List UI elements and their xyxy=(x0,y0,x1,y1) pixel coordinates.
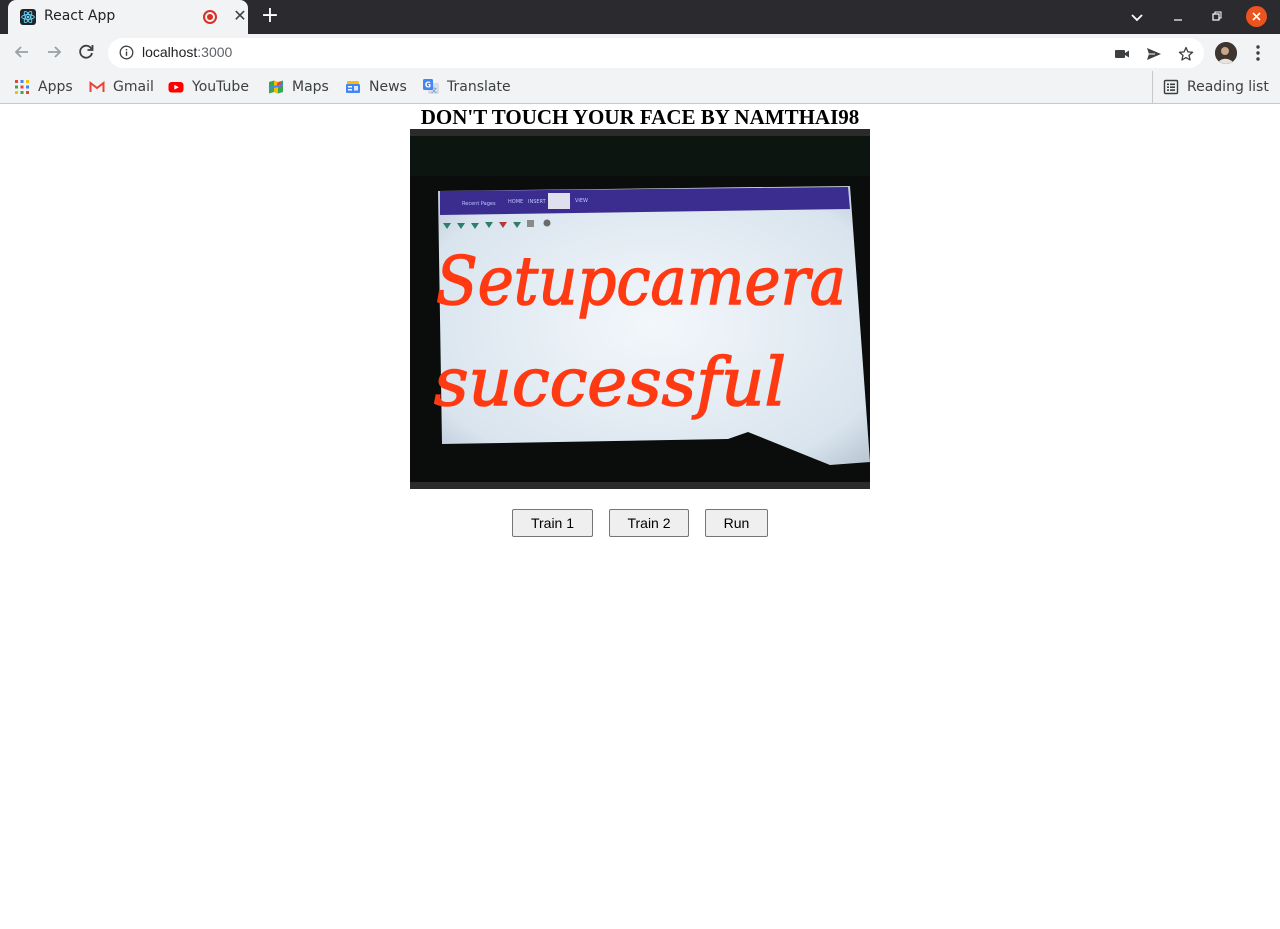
bookmark-label: Translate xyxy=(447,79,511,95)
bookmarks-bar: Apps Gmail YouTube Maps News G文 Translat… xyxy=(0,71,1280,104)
minimize-icon[interactable] xyxy=(1170,8,1186,26)
react-logo-icon xyxy=(20,9,36,25)
translate-icon: G文 xyxy=(423,79,439,95)
youtube-icon xyxy=(168,79,184,95)
tab-search-icon[interactable] xyxy=(1128,8,1146,26)
bookmark-gmail[interactable]: Gmail xyxy=(89,77,154,97)
svg-text:HOME: HOME xyxy=(508,199,523,205)
reading-list-button[interactable]: Reading list xyxy=(1163,77,1269,97)
recording-icon[interactable] xyxy=(203,10,217,24)
url-text: localhost:3000 xyxy=(142,44,233,60)
svg-text:文: 文 xyxy=(431,87,437,95)
bookmark-youtube[interactable]: YouTube xyxy=(168,77,249,97)
reading-list-label: Reading list xyxy=(1187,79,1269,95)
profile-avatar[interactable] xyxy=(1215,42,1237,64)
window-close-icon[interactable] xyxy=(1246,6,1267,27)
bookmark-label: News xyxy=(369,79,407,95)
tab-strip: React App ✕ + xyxy=(0,0,1280,34)
bookmark-apps[interactable]: Apps xyxy=(14,77,73,97)
bookmark-label: Maps xyxy=(292,79,329,95)
restore-icon[interactable] xyxy=(1208,8,1224,26)
bookmark-maps[interactable]: Maps xyxy=(268,77,329,97)
bookmark-news[interactable]: News xyxy=(345,77,407,97)
bookmark-label: Apps xyxy=(38,79,73,95)
apps-grid-icon xyxy=(14,79,30,95)
train-2-button[interactable]: Train 2 xyxy=(609,509,689,537)
tab-title: React App xyxy=(44,8,116,24)
bookmark-label: Gmail xyxy=(113,79,154,95)
train-1-button[interactable]: Train 1 xyxy=(512,509,593,537)
tab-close-icon[interactable]: ✕ xyxy=(232,6,248,26)
page-title: DON'T TOUCH YOUR FACE BY NAMTHAI98 xyxy=(420,105,860,129)
site-info-icon[interactable] xyxy=(119,45,134,60)
video-handwriting-line2: successful xyxy=(434,344,786,421)
webcam-video: Recent Pages HOME INSERT VIEW Setupcamer… xyxy=(410,129,870,489)
more-menu-icon[interactable] xyxy=(1250,42,1266,64)
send-icon[interactable] xyxy=(1146,46,1162,62)
new-tab-icon[interactable]: + xyxy=(258,4,282,28)
forward-icon[interactable] xyxy=(43,41,65,63)
camera-icon[interactable] xyxy=(1114,46,1130,62)
svg-text:INSERT: INSERT xyxy=(528,199,547,205)
gmail-icon xyxy=(89,79,105,95)
reading-list-icon xyxy=(1163,79,1179,95)
svg-text:Recent Pages: Recent Pages xyxy=(462,201,496,207)
news-icon xyxy=(345,79,361,95)
bookmark-translate[interactable]: G文 Translate xyxy=(423,77,511,97)
back-icon[interactable] xyxy=(11,41,33,63)
browser-tab[interactable]: React App ✕ xyxy=(8,0,248,34)
bookmark-star-icon[interactable] xyxy=(1178,46,1194,62)
svg-text:VIEW: VIEW xyxy=(575,198,588,204)
reload-icon[interactable] xyxy=(75,41,97,63)
address-bar[interactable]: localhost:3000 xyxy=(108,38,1204,68)
run-button[interactable]: Run xyxy=(705,509,768,537)
maps-icon xyxy=(268,79,284,95)
bookmark-label: YouTube xyxy=(192,79,249,95)
browser-toolbar: localhost:3000 xyxy=(0,34,1280,71)
reading-list-divider xyxy=(1152,71,1153,104)
video-handwriting-line1: Setupcamera xyxy=(436,243,846,320)
controls: Train 1 Train 2 Run xyxy=(0,509,1280,537)
